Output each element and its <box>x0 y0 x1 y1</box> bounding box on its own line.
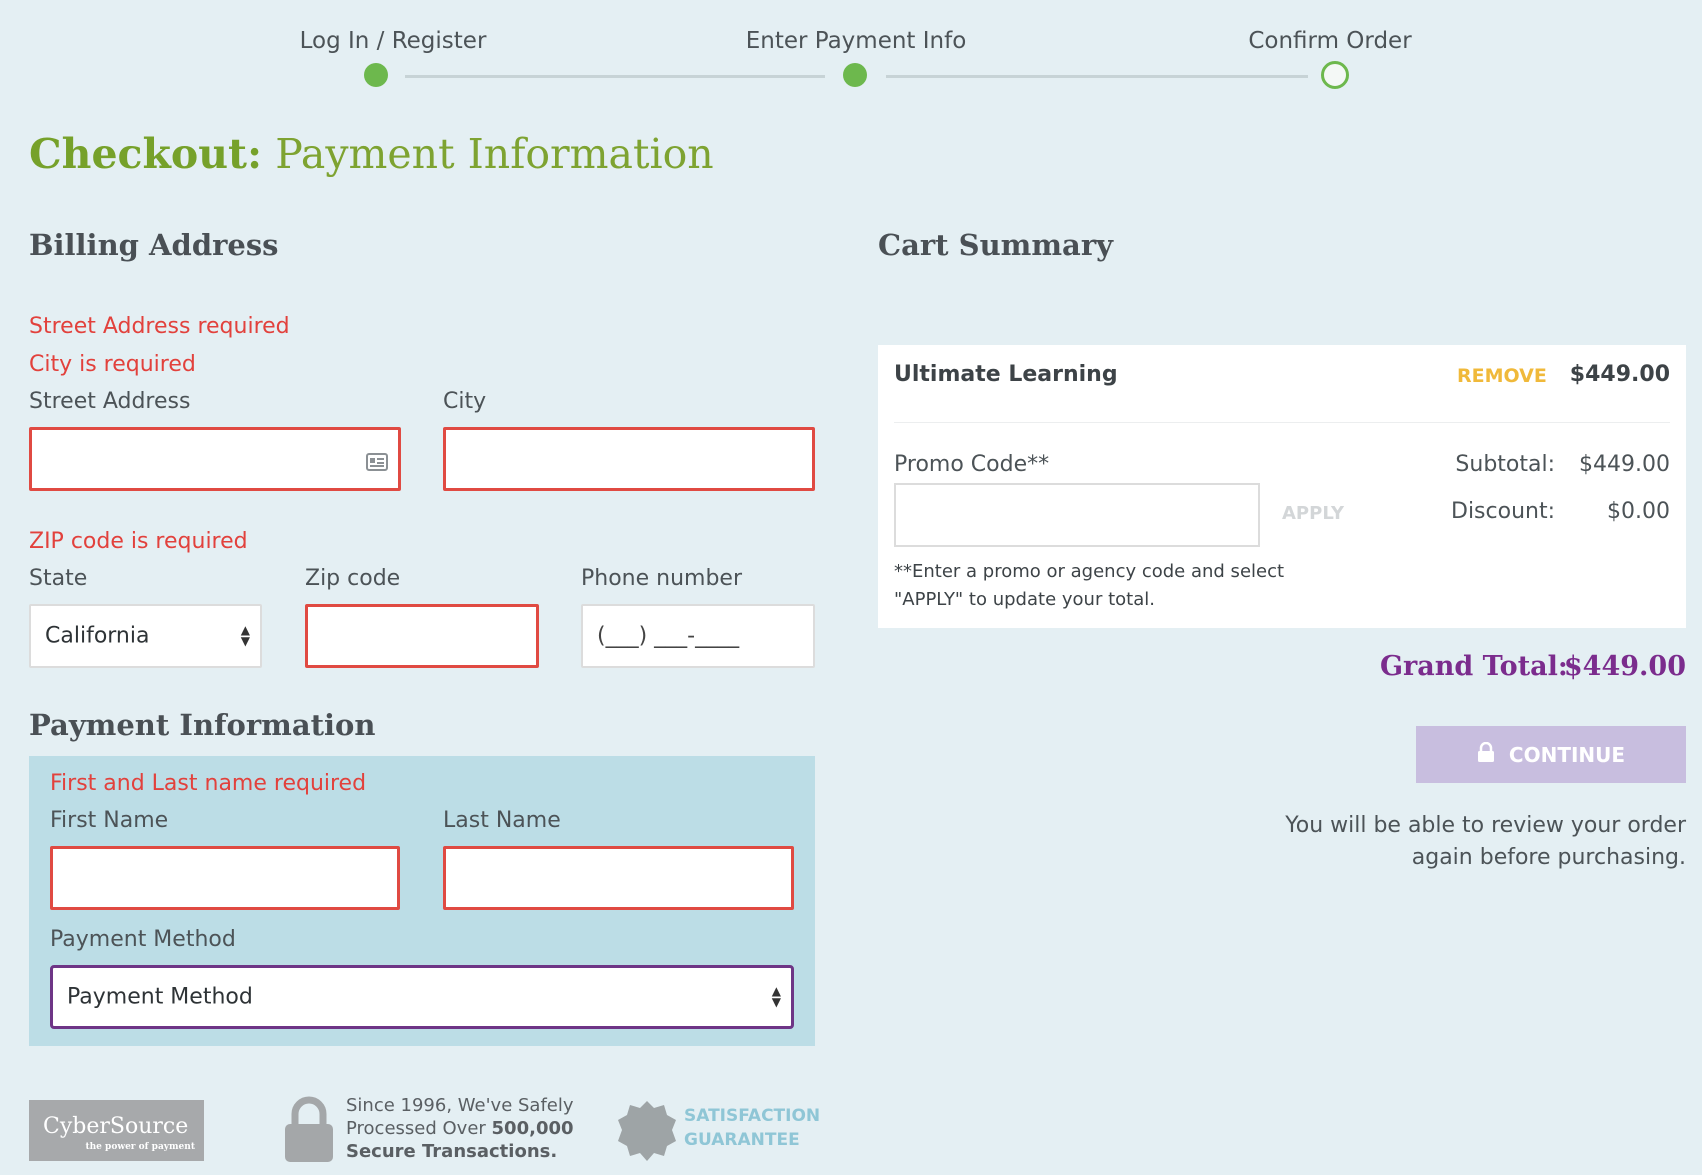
select-arrows-icon: ▲ ▼ <box>771 984 781 1009</box>
zip-label: Zip code <box>305 566 401 591</box>
last-name-input[interactable] <box>443 846 794 910</box>
payment-panel: First and Last name required First Name … <box>29 756 815 1046</box>
guarantee-seal-icon <box>616 1100 678 1166</box>
discount-value: $0.00 <box>1607 499 1670 524</box>
first-name-label: First Name <box>50 808 169 833</box>
phone-label: Phone number <box>581 566 743 591</box>
payment-heading: Payment Information <box>29 708 376 742</box>
payment-method-value: Payment Method <box>67 984 253 1010</box>
cart-divider <box>894 422 1670 423</box>
review-note: You will be able to review your order ag… <box>1285 810 1686 874</box>
security-line1: Since 1996, We've Safely <box>346 1095 574 1116</box>
security-statement: Since 1996, We've Safely Processed Over … <box>346 1094 574 1163</box>
billing-heading: Billing Address <box>29 228 279 262</box>
continue-label: CONTINUE <box>1508 742 1626 767</box>
review-note-line2: again before purchasing. <box>1411 845 1686 870</box>
step-dot-complete <box>364 63 388 87</box>
step-dot-complete <box>843 63 867 87</box>
city-label: City <box>443 389 487 414</box>
step-label-confirm: Confirm Order <box>1248 28 1412 54</box>
remove-item-link[interactable]: REMOVE <box>1457 365 1547 387</box>
apply-button[interactable]: APPLY <box>1282 503 1344 524</box>
contact-card-icon[interactable] <box>366 453 388 475</box>
grand-total-label: Grand Total: <box>1380 651 1568 682</box>
continue-button[interactable]: CONTINUE <box>1416 726 1686 783</box>
page-title-rest: Payment Information <box>275 130 714 178</box>
guarantee-line1: SATISFACTION <box>684 1106 821 1126</box>
grand-total-value: $449.00 <box>1563 651 1686 682</box>
state-select[interactable]: California ▲ ▼ <box>29 604 262 668</box>
page-title-bold: Checkout: <box>29 130 263 178</box>
discount-label: Discount: <box>1451 499 1555 524</box>
zip-error: ZIP code is required <box>29 529 248 554</box>
phone-placeholder: (___) ___-____ <box>597 623 740 649</box>
step-dot-current <box>1321 61 1349 89</box>
select-arrows-icon: ▲ ▼ <box>240 623 250 648</box>
promo-code-input[interactable] <box>894 483 1260 547</box>
promo-code-label: Promo Code** <box>894 452 1050 477</box>
zip-input[interactable] <box>305 604 539 668</box>
step-label-login: Log In / Register <box>299 28 487 54</box>
cart-item-price: $449.00 <box>1569 362 1670 387</box>
payment-method-select[interactable]: Payment Method ▲ ▼ <box>50 965 794 1029</box>
review-note-line1: You will be able to review your order <box>1285 813 1686 838</box>
street-label: Street Address <box>29 389 191 414</box>
cart-heading: Cart Summary <box>878 228 1113 262</box>
page-title: Checkout: Payment Information <box>29 130 714 178</box>
progress-line <box>886 75 1308 78</box>
cart-summary-panel: Ultimate Learning REMOVE $449.00 Promo C… <box>878 345 1686 628</box>
guarantee-line2: GUARANTEE <box>684 1130 800 1150</box>
state-value: California <box>45 623 150 649</box>
payment-method-label: Payment Method <box>50 927 236 952</box>
phone-input[interactable]: (___) ___-____ <box>581 604 815 668</box>
subtotal-value: $449.00 <box>1579 452 1670 477</box>
satisfaction-guarantee: SATISFACTION GUARANTEE <box>684 1104 820 1152</box>
promo-note-line1: **Enter a promo or agency code and selec… <box>894 561 1285 582</box>
street-error: Street Address required <box>29 314 290 339</box>
security-line2: Processed Over 500,000 <box>346 1117 574 1140</box>
last-name-label: Last Name <box>443 808 561 833</box>
security-line3: Secure Transactions. <box>346 1141 558 1162</box>
state-label: State <box>29 566 88 591</box>
street-address-input[interactable] <box>29 427 401 491</box>
progress-line <box>405 75 825 78</box>
cybersource-logo-text: CyberSource <box>43 1114 189 1139</box>
name-error: First and Last name required <box>50 771 367 796</box>
first-name-input[interactable] <box>50 846 400 910</box>
cybersource-tagline: the power of payment <box>85 1142 195 1152</box>
security-line2-number: 500,000 <box>491 1118 574 1139</box>
promo-note: **Enter a promo or agency code and selec… <box>894 558 1284 614</box>
cybersource-badge: CyberSource the power of payment <box>29 1100 204 1161</box>
cart-item-name: Ultimate Learning <box>894 362 1118 387</box>
city-input[interactable] <box>443 427 815 491</box>
subtotal-label: Subtotal: <box>1455 452 1555 477</box>
padlock-icon <box>283 1096 335 1166</box>
security-line2-text: Processed Over <box>346 1118 492 1139</box>
lock-icon <box>1477 741 1495 767</box>
city-error: City is required <box>29 352 196 377</box>
promo-note-line2: "APPLY" to update your total. <box>894 589 1155 610</box>
step-label-payment: Enter Payment Info <box>745 28 967 54</box>
